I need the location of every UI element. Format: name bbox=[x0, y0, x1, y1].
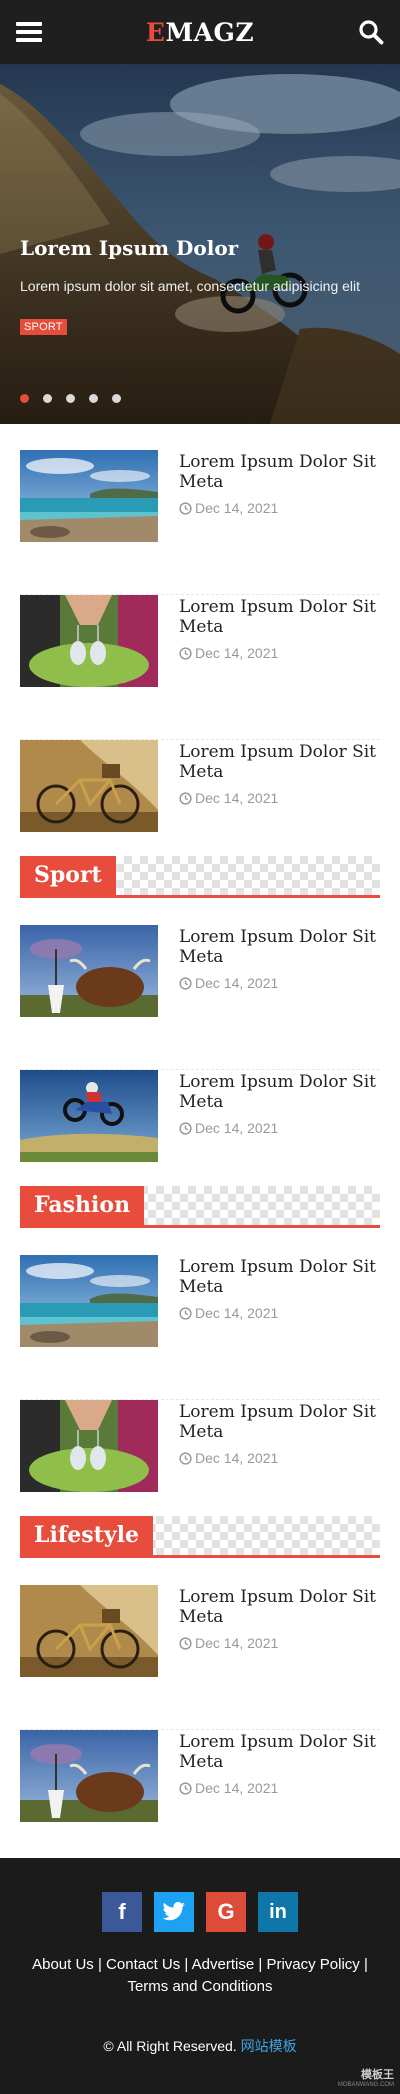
post-item: Lorem Ipsum Dolor Sit Meta Dec 14, 2021 bbox=[20, 1070, 380, 1180]
post-thumbnail-beach[interactable] bbox=[20, 450, 158, 542]
section-header-lifestyle: Lifestyle bbox=[20, 1516, 380, 1558]
section-title[interactable]: Fashion bbox=[20, 1186, 145, 1225]
section-header-fashion: Fashion bbox=[20, 1186, 380, 1228]
post-title[interactable]: Lorem Ipsum Dolor Sit Meta bbox=[179, 1402, 379, 1442]
copyright-link[interactable]: 网站模板 bbox=[241, 2038, 297, 2054]
hero-excerpt: Lorem ipsum dolor sit amet, consectetur … bbox=[20, 278, 361, 294]
clock-icon bbox=[179, 1306, 192, 1320]
clock-icon bbox=[179, 1451, 192, 1465]
top-nav-bar: EMAGZ bbox=[0, 0, 400, 64]
slider-dot-5[interactable] bbox=[112, 394, 121, 403]
footer-link-privacy[interactable]: Privacy Policy bbox=[266, 1956, 359, 1973]
slider-dot-2[interactable] bbox=[43, 394, 52, 403]
post-title[interactable]: Lorem Ipsum Dolor Sit Meta bbox=[179, 1257, 379, 1297]
hamburger-menu-icon[interactable] bbox=[16, 22, 42, 42]
post-title[interactable]: Lorem Ipsum Dolor Sit Meta bbox=[179, 742, 379, 782]
clock-icon bbox=[179, 1636, 192, 1650]
clock-icon bbox=[179, 1781, 192, 1795]
post-thumbnail-baby-shoes[interactable] bbox=[20, 1400, 158, 1492]
post-item: Lorem Ipsum Dolor Sit Meta Dec 14, 2021 bbox=[20, 1585, 380, 1730]
footer-link-advertise[interactable]: Advertise bbox=[192, 1956, 255, 1973]
post-item: Lorem Ipsum Dolor Sit Meta Dec 14, 2021 bbox=[20, 1255, 380, 1400]
post-item: Lorem Ipsum Dolor Sit Meta Dec 14, 2021 bbox=[20, 1730, 380, 1840]
post-thumbnail-yak-umbrella[interactable] bbox=[20, 1730, 158, 1822]
slider-dot-3[interactable] bbox=[66, 394, 75, 403]
post-date: Dec 14, 2021 bbox=[179, 1450, 278, 1466]
slider-dot-4[interactable] bbox=[89, 394, 98, 403]
footer-link-contact[interactable]: Contact Us bbox=[106, 1956, 180, 1973]
post-item: Lorem Ipsum Dolor Sit Meta Dec 14, 2021 bbox=[20, 1400, 380, 1510]
post-title[interactable]: Lorem Ipsum Dolor Sit Meta bbox=[179, 927, 379, 967]
post-date: Dec 14, 2021 bbox=[179, 975, 278, 991]
footer-link-about[interactable]: About Us bbox=[32, 1956, 94, 1973]
clock-icon bbox=[179, 646, 192, 660]
post-item: Lorem Ipsum Dolor Sit Meta Dec 14, 2021 bbox=[20, 450, 380, 595]
linkedin-icon[interactable]: in bbox=[258, 1892, 298, 1932]
slider-dot-1[interactable] bbox=[20, 394, 29, 403]
post-title[interactable]: Lorem Ipsum Dolor Sit Meta bbox=[179, 1587, 379, 1627]
clock-icon bbox=[179, 976, 192, 990]
watermark-logo: 模板王 MOBANWANG.COM bbox=[337, 2069, 394, 2088]
post-title[interactable]: Lorem Ipsum Dolor Sit Meta bbox=[179, 452, 379, 492]
clock-icon bbox=[179, 791, 192, 805]
footer-link-terms[interactable]: Terms and Conditions bbox=[127, 1978, 272, 1995]
post-thumbnail-bicycle[interactable] bbox=[20, 740, 158, 832]
post-date: Dec 14, 2021 bbox=[179, 1780, 278, 1796]
post-item: Lorem Ipsum Dolor Sit Meta Dec 14, 2021 bbox=[20, 925, 380, 1070]
clock-icon bbox=[179, 1121, 192, 1135]
section-header-sport: Sport bbox=[20, 856, 380, 898]
post-date: Dec 14, 2021 bbox=[179, 1305, 278, 1321]
post-title[interactable]: Lorem Ipsum Dolor Sit Meta bbox=[179, 1072, 379, 1112]
social-links: f G in bbox=[0, 1892, 400, 1932]
post-date: Dec 14, 2021 bbox=[179, 645, 278, 661]
post-date: Dec 14, 2021 bbox=[179, 500, 278, 516]
post-date: Dec 14, 2021 bbox=[179, 1635, 278, 1651]
post-thumbnail-yak-umbrella[interactable] bbox=[20, 925, 158, 1017]
post-thumbnail-bicycle[interactable] bbox=[20, 1585, 158, 1677]
post-title[interactable]: Lorem Ipsum Dolor Sit Meta bbox=[179, 1732, 379, 1772]
copyright: © All Right Reserved. 网站模板 bbox=[103, 2038, 297, 2054]
post-date: Dec 14, 2021 bbox=[179, 790, 278, 806]
post-item: Lorem Ipsum Dolor Sit Meta Dec 14, 2021 bbox=[20, 595, 380, 740]
hero-slider[interactable]: Lorem Ipsum Dolor Lorem ipsum dolor sit … bbox=[0, 64, 400, 424]
post-title[interactable]: Lorem Ipsum Dolor Sit Meta bbox=[179, 597, 379, 637]
facebook-icon[interactable]: f bbox=[102, 1892, 142, 1932]
twitter-icon[interactable] bbox=[154, 1892, 194, 1932]
site-footer: f G in About Us | Contact Us | Advertise… bbox=[0, 1858, 400, 2094]
site-logo[interactable]: EMAGZ bbox=[146, 18, 254, 47]
section-title[interactable]: Lifestyle bbox=[20, 1516, 153, 1555]
post-thumbnail-beach[interactable] bbox=[20, 1255, 158, 1347]
footer-links: About Us | Contact Us | Advertise | Priv… bbox=[32, 1956, 368, 1995]
post-thumbnail-motocross[interactable] bbox=[20, 1070, 158, 1162]
hero-title[interactable]: Lorem Ipsum Dolor bbox=[20, 236, 238, 260]
section-title[interactable]: Sport bbox=[20, 856, 116, 895]
clock-icon bbox=[179, 501, 192, 515]
post-thumbnail-baby-shoes[interactable] bbox=[20, 595, 158, 687]
post-date: Dec 14, 2021 bbox=[179, 1120, 278, 1136]
slider-pagination bbox=[20, 394, 121, 403]
google-icon[interactable]: G bbox=[206, 1892, 246, 1932]
hero-category-badge[interactable]: SPORT bbox=[20, 319, 67, 335]
search-icon[interactable] bbox=[358, 19, 384, 45]
